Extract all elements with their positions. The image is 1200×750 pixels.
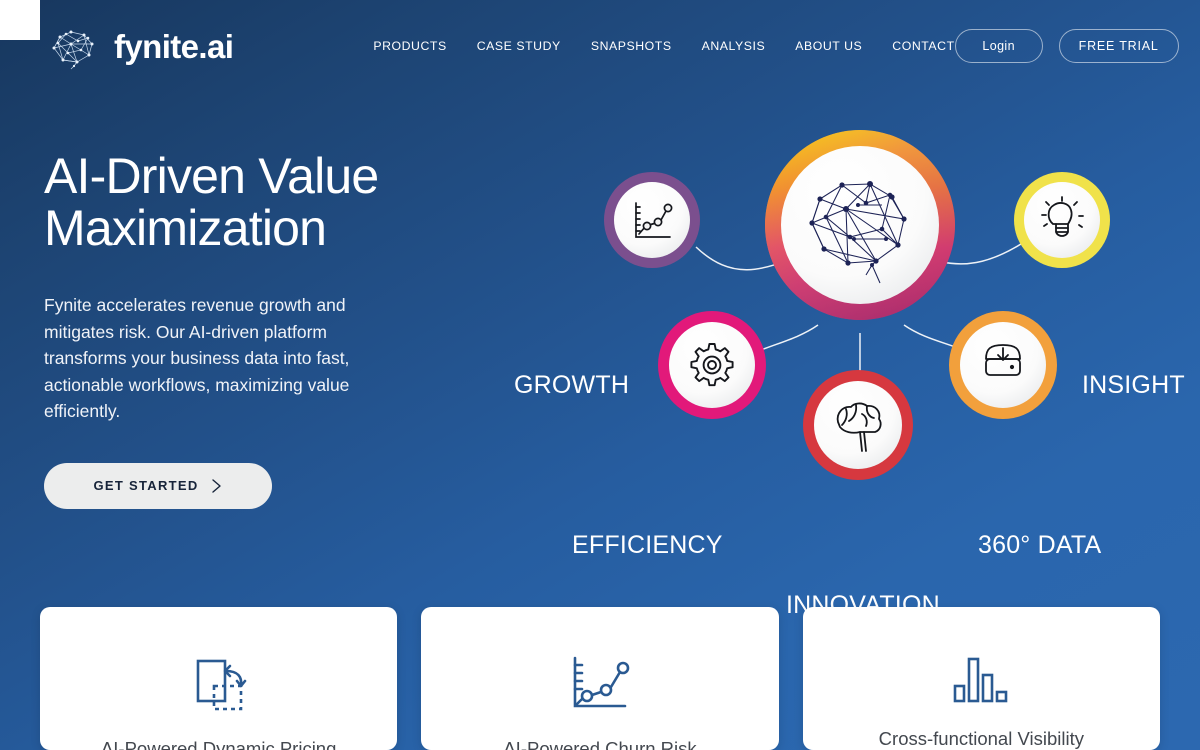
get-started-label: GET STARTED — [93, 478, 199, 494]
brand-name: fynite.ai — [114, 27, 234, 65]
nav-item-analysis[interactable]: ANALYSIS — [702, 39, 766, 53]
transform-rotate-icon — [182, 656, 256, 714]
brand-logo[interactable]: fynite.ai — [44, 22, 234, 70]
node-insight[interactable] — [1014, 172, 1110, 268]
node-label-efficiency: EFFICIENCY — [572, 531, 723, 559]
node-growth[interactable] — [604, 172, 700, 268]
landing-page: fynite.ai PRODUCTS CASE STUDY SNAPSHOTS … — [0, 0, 1200, 750]
nav-item-products[interactable]: PRODUCTS — [373, 39, 446, 53]
node-efficiency[interactable] — [658, 311, 766, 419]
nav-item-case-study[interactable]: CASE STUDY — [477, 39, 561, 53]
feature-card-churn-risk[interactable]: AI-Powered Churn Risk — [421, 607, 779, 750]
bar-chart-icon — [952, 656, 1010, 704]
node-innovation[interactable] — [803, 370, 913, 480]
free-trial-button[interactable]: FREE TRIAL — [1058, 29, 1179, 63]
node-label-insight: INSIGHT — [1082, 371, 1185, 399]
hero-content: AI-Driven Value Maximization Fynite acce… — [44, 150, 464, 509]
get-started-button[interactable]: GET STARTED — [44, 462, 272, 509]
login-button[interactable]: Login — [954, 29, 1043, 63]
hub-node[interactable] — [765, 130, 955, 320]
node-label-growth: GROWTH — [514, 371, 630, 399]
feature-card-title: Cross-functional Visibility — [878, 728, 1084, 749]
brain-network-icon — [52, 30, 94, 70]
feature-card-dynamic-pricing[interactable]: AI-Powered Dynamic Pricing — [40, 607, 398, 750]
site-header: fynite.ai PRODUCTS CASE STUDY SNAPSHOTS … — [0, 0, 1200, 92]
node-label-data: 360° DATA — [978, 531, 1102, 559]
hub-and-spoke-diagram — [604, 130, 1110, 480]
main-navigation: PRODUCTS CASE STUDY SNAPSHOTS ANALYSIS A… — [373, 39, 954, 53]
node-data[interactable] — [949, 311, 1057, 419]
hero-diagram: GROWTH EFFICIENCY INNOVATION 360° DATA I… — [500, 95, 1200, 618]
line-chart-nodes-icon — [565, 656, 635, 714]
hero-title: AI-Driven Value Maximization — [44, 148, 379, 256]
nav-item-about-us[interactable]: ABOUT US — [795, 39, 862, 53]
feature-card-visibility[interactable]: Cross-functional Visibility — [802, 607, 1160, 750]
nav-item-snapshots[interactable]: SNAPSHOTS — [591, 39, 672, 53]
feature-card-title: AI-Powered Churn Risk — [503, 738, 697, 750]
hero-subtitle: Fynite accelerates revenue growth and mi… — [44, 295, 350, 422]
chevron-right-icon — [211, 479, 221, 493]
feature-card-title: AI-Powered Dynamic Pricing — [100, 738, 337, 750]
nav-item-contact[interactable]: CONTACT — [892, 39, 954, 53]
feature-cards: AI-Powered Dynamic Pricing AI-Powered Ch… — [40, 607, 1160, 750]
header-actions: Login FREE TRIAL — [954, 29, 1179, 63]
